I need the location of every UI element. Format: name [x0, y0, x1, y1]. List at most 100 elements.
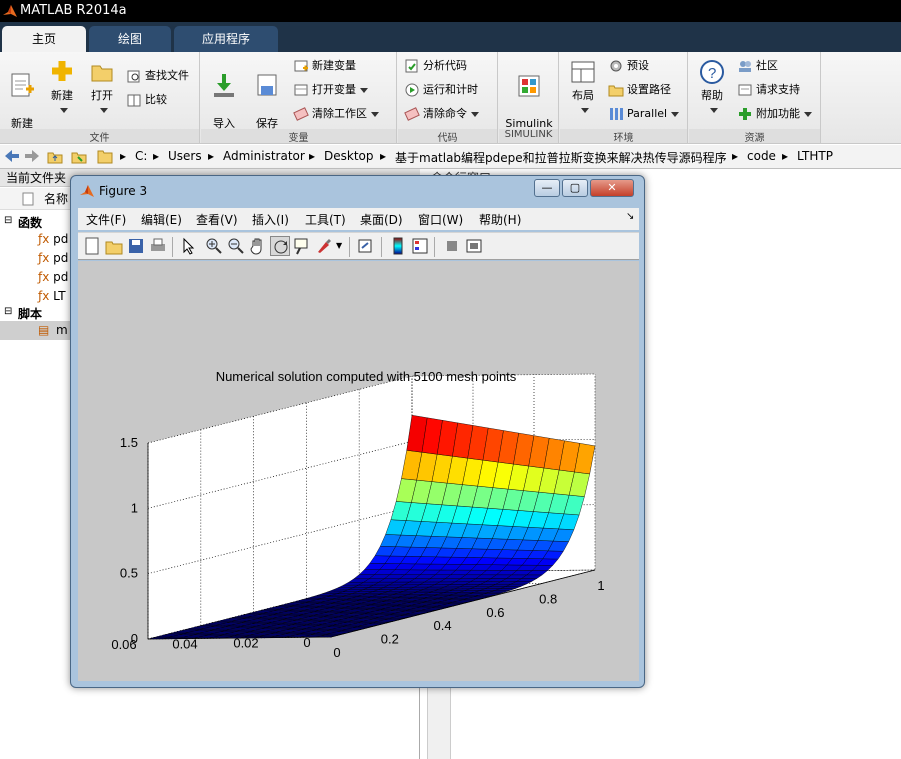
new-button[interactable]: 新建 — [44, 58, 80, 117]
menu-insert[interactable]: 插入(I) — [252, 211, 289, 228]
help-button[interactable]: ? 帮助 — [695, 58, 729, 117]
data-cursor-icon[interactable] — [292, 236, 312, 256]
menu-window[interactable]: 窗口(W) — [418, 211, 463, 228]
clear-workspace-button[interactable]: 清除工作区 — [293, 104, 379, 124]
show-plot-tools-icon[interactable] — [464, 236, 484, 256]
breadcrumb-item[interactable]: code — [747, 149, 776, 163]
eraser-icon — [404, 107, 420, 121]
menu-tools[interactable]: 工具(T) — [305, 211, 346, 228]
clear-commands-label: 清除命令 — [423, 107, 467, 120]
open-variable-button[interactable]: 打开变量 — [293, 80, 368, 100]
folder-icon — [97, 150, 113, 164]
name-column-header[interactable]: 名称 — [44, 188, 68, 210]
figure-window[interactable]: Figure 3 — ▢ ✕ 文件(F) 编辑(E) 查看(V) 插入(I) 工… — [70, 175, 645, 752]
rotate-3d-icon[interactable] — [270, 236, 290, 256]
chevron-down-icon — [581, 107, 589, 113]
zoom-out-icon[interactable] — [226, 236, 246, 256]
minimize-button[interactable]: — — [534, 179, 560, 197]
clear-commands-button[interactable]: 清除命令 — [404, 104, 479, 124]
new-label: 新建 — [51, 89, 73, 102]
layout-button[interactable]: 布局 — [566, 58, 600, 117]
save-icon[interactable] — [126, 236, 146, 256]
breadcrumb-item[interactable]: 基于matlab编程pdepe和拉普拉斯变换来解决热传导源码程序 — [395, 149, 727, 166]
file-icon — [22, 192, 34, 206]
tab-apps[interactable]: 应用程序 — [174, 26, 278, 52]
add-ons-button[interactable]: 附加功能 — [737, 104, 812, 124]
chevron-down-icon — [804, 111, 812, 117]
legend-icon[interactable] — [410, 236, 430, 256]
function-file-icon: ƒx — [38, 270, 50, 284]
section-file: 新建 脚本 新建 打开 查找文件 比较 文件 — [0, 52, 200, 144]
plot-area[interactable]: 00.20.40.60.8100.020.040.0600.511.5Dista… — [78, 261, 639, 752]
plus-icon — [52, 61, 72, 81]
list-item-label: pd — [53, 251, 69, 265]
pointer-icon[interactable] — [178, 236, 198, 256]
collapse-icon[interactable]: ⊟ — [4, 215, 12, 226]
preferences-button[interactable]: 预设 — [608, 56, 649, 76]
list-item-label: LT — [53, 289, 66, 303]
open-button[interactable]: 打开 — [84, 58, 120, 117]
list-item[interactable]: ƒx pd — [38, 251, 68, 265]
group-functions[interactable]: 函数 — [18, 214, 42, 231]
analyze-code-button[interactable]: 分析代码 — [404, 56, 467, 76]
list-item-label: m — [56, 323, 68, 337]
parallel-button[interactable]: Parallel — [608, 104, 680, 124]
breadcrumb-item[interactable]: Administrator — [223, 149, 305, 163]
layout-icon — [571, 61, 595, 83]
breadcrumb-separator: ▸ — [208, 149, 215, 163]
find-files-button[interactable]: 查找文件 — [126, 66, 189, 86]
list-item[interactable]: ƒx pd — [38, 232, 68, 246]
list-item[interactable]: ƒx pd — [38, 270, 68, 284]
browse-folder-icon[interactable] — [70, 148, 88, 164]
toolbar-divider — [349, 237, 350, 257]
analyze-code-icon — [405, 59, 418, 73]
colorbar-icon[interactable] — [388, 236, 408, 256]
print-icon[interactable] — [148, 236, 168, 256]
breadcrumb-item[interactable]: Users — [168, 149, 202, 163]
dock-arrow-icon[interactable]: ↘ — [626, 211, 634, 222]
run-and-time-icon — [405, 83, 419, 97]
compare-button[interactable]: 比较 — [126, 90, 167, 110]
section-simulink-caption: SIMULINK — [499, 129, 558, 143]
support-icon — [738, 84, 752, 96]
collapse-icon[interactable]: ⊟ — [4, 306, 12, 317]
new-figure-icon[interactable] — [82, 236, 102, 256]
hide-plot-tools-icon[interactable] — [442, 236, 462, 256]
close-button[interactable]: ✕ — [590, 179, 634, 197]
menu-view[interactable]: 查看(V) — [196, 211, 238, 228]
up-folder-icon[interactable] — [46, 148, 64, 164]
open-variable-icon — [294, 84, 308, 96]
section-variable-caption: 变量 — [201, 129, 396, 144]
new-variable-button[interactable]: 新建变量 — [293, 56, 356, 76]
menu-file[interactable]: 文件(F) — [86, 211, 126, 228]
breadcrumb-item[interactable]: C: — [135, 149, 147, 163]
folder-icon — [91, 65, 113, 82]
list-item[interactable]: ƒx LT — [38, 289, 66, 303]
community-button[interactable]: 社区 — [737, 56, 778, 76]
breadcrumb-item[interactable]: Desktop — [324, 149, 374, 163]
menu-edit[interactable]: 编辑(E) — [141, 211, 182, 228]
maximize-button[interactable]: ▢ — [562, 179, 588, 197]
open-file-icon[interactable] — [104, 236, 124, 256]
forward-arrow-icon[interactable] — [23, 148, 41, 164]
request-support-button[interactable]: 请求支持 — [737, 80, 800, 100]
chevron-down-icon — [371, 111, 379, 117]
link-plot-icon[interactable] — [356, 236, 376, 256]
zoom-in-icon[interactable] — [204, 236, 224, 256]
tab-plots[interactable]: 绘图 — [89, 26, 171, 52]
run-and-time-button[interactable]: 运行和计时 — [404, 80, 478, 100]
pan-hand-icon[interactable] — [248, 236, 268, 256]
chevron-down-icon[interactable]: ▼ — [336, 241, 342, 250]
tab-home[interactable]: 主页 — [2, 26, 86, 52]
breadcrumb-item[interactable]: LTHTP — [797, 149, 833, 163]
menu-desktop[interactable]: 桌面(D) — [360, 211, 403, 228]
eraser-icon — [293, 107, 309, 121]
brush-icon[interactable] — [314, 236, 334, 256]
set-path-button[interactable]: 设置路径 — [608, 80, 671, 100]
group-scripts[interactable]: 脚本 — [18, 305, 42, 322]
z-tick-label: 0 — [131, 631, 138, 646]
parallel-icon — [610, 108, 623, 120]
back-arrow-icon[interactable] — [3, 148, 21, 164]
surface-plot[interactable]: 00.20.40.60.8100.020.040.0600.511.5Dista… — [78, 261, 639, 752]
menu-help[interactable]: 帮助(H) — [479, 211, 521, 228]
